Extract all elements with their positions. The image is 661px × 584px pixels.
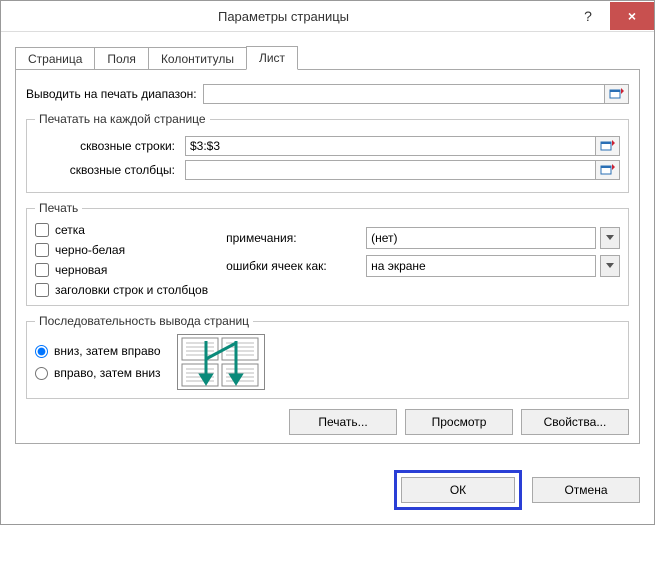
tab-margins[interactable]: Поля: [94, 47, 149, 70]
order-legend: Последовательность вывода страниц: [35, 314, 253, 328]
action-button-row: Печать... Просмотр Свойства...: [26, 409, 629, 435]
repeat-fieldset: Печатать на каждой странице сквозные стр…: [26, 112, 629, 193]
ok-button[interactable]: ОК: [401, 477, 515, 503]
order-down-radio[interactable]: вниз, затем вправо: [35, 344, 161, 358]
rows-to-repeat-input[interactable]: [185, 136, 596, 156]
comments-select[interactable]: (нет): [366, 227, 596, 249]
cols-to-repeat-input[interactable]: [185, 160, 596, 180]
range-picker-icon[interactable]: [596, 160, 620, 180]
order-fieldset: Последовательность вывода страниц вниз, …: [26, 314, 629, 399]
tab-headerfooter[interactable]: Колонтитулы: [148, 47, 247, 70]
close-button[interactable]: ×: [610, 2, 654, 30]
page-setup-dialog: Параметры страницы ? × Страница Поля Кол…: [0, 0, 655, 525]
range-picker-icon[interactable]: [605, 84, 629, 104]
print-area-row: Выводить на печать диапазон:: [26, 84, 629, 104]
tab-page[interactable]: Страница: [15, 47, 95, 70]
sheet-panel: Выводить на печать диапазон: Печатать на…: [15, 70, 640, 444]
dropdown-column: примечания: (нет) ошибки ячеек как: на э…: [226, 221, 620, 283]
chevron-down-icon[interactable]: [600, 227, 620, 249]
ok-highlight: ОК: [394, 470, 522, 510]
tab-underline: [15, 69, 640, 70]
tab-strip: Страница Поля Колонтитулы Лист: [15, 44, 640, 70]
options-button[interactable]: Свойства...: [521, 409, 629, 435]
cols-label: сквозные столбцы:: [35, 163, 179, 177]
print-area-label: Выводить на печать диапазон:: [26, 87, 197, 101]
draft-checkbox[interactable]: черновая: [35, 263, 208, 277]
dialog-body: Страница Поля Колонтитулы Лист Выводить …: [1, 32, 654, 458]
print-fieldset: Печать сетка черно-белая черновая заголо…: [26, 201, 629, 306]
page-order-icon: [177, 334, 265, 390]
help-button[interactable]: ?: [566, 2, 610, 30]
errors-label: ошибки ячеек как:: [226, 259, 366, 273]
chevron-down-icon[interactable]: [600, 255, 620, 277]
gridlines-checkbox[interactable]: сетка: [35, 223, 208, 237]
rowcol-headers-checkbox[interactable]: заголовки строк и столбцов: [35, 283, 208, 297]
rows-label: сквозные строки:: [35, 139, 179, 153]
blackwhite-checkbox[interactable]: черно-белая: [35, 243, 208, 257]
order-over-radio[interactable]: вправо, затем вниз: [35, 366, 161, 380]
print-button[interactable]: Печать...: [289, 409, 397, 435]
titlebar: Параметры страницы ? ×: [1, 1, 654, 32]
cancel-button[interactable]: Отмена: [532, 477, 640, 503]
dialog-footer: ОК Отмена: [1, 458, 654, 524]
print-legend: Печать: [35, 201, 82, 215]
window-title: Параметры страницы: [1, 9, 566, 24]
range-picker-icon[interactable]: [596, 136, 620, 156]
checkbox-column: сетка черно-белая черновая заголовки стр…: [35, 221, 208, 297]
print-area-input[interactable]: [203, 84, 605, 104]
preview-button[interactable]: Просмотр: [405, 409, 513, 435]
tab-sheet[interactable]: Лист: [246, 46, 298, 70]
comments-label: примечания:: [226, 231, 366, 245]
errors-select[interactable]: на экране: [366, 255, 596, 277]
repeat-legend: Печатать на каждой странице: [35, 112, 210, 126]
